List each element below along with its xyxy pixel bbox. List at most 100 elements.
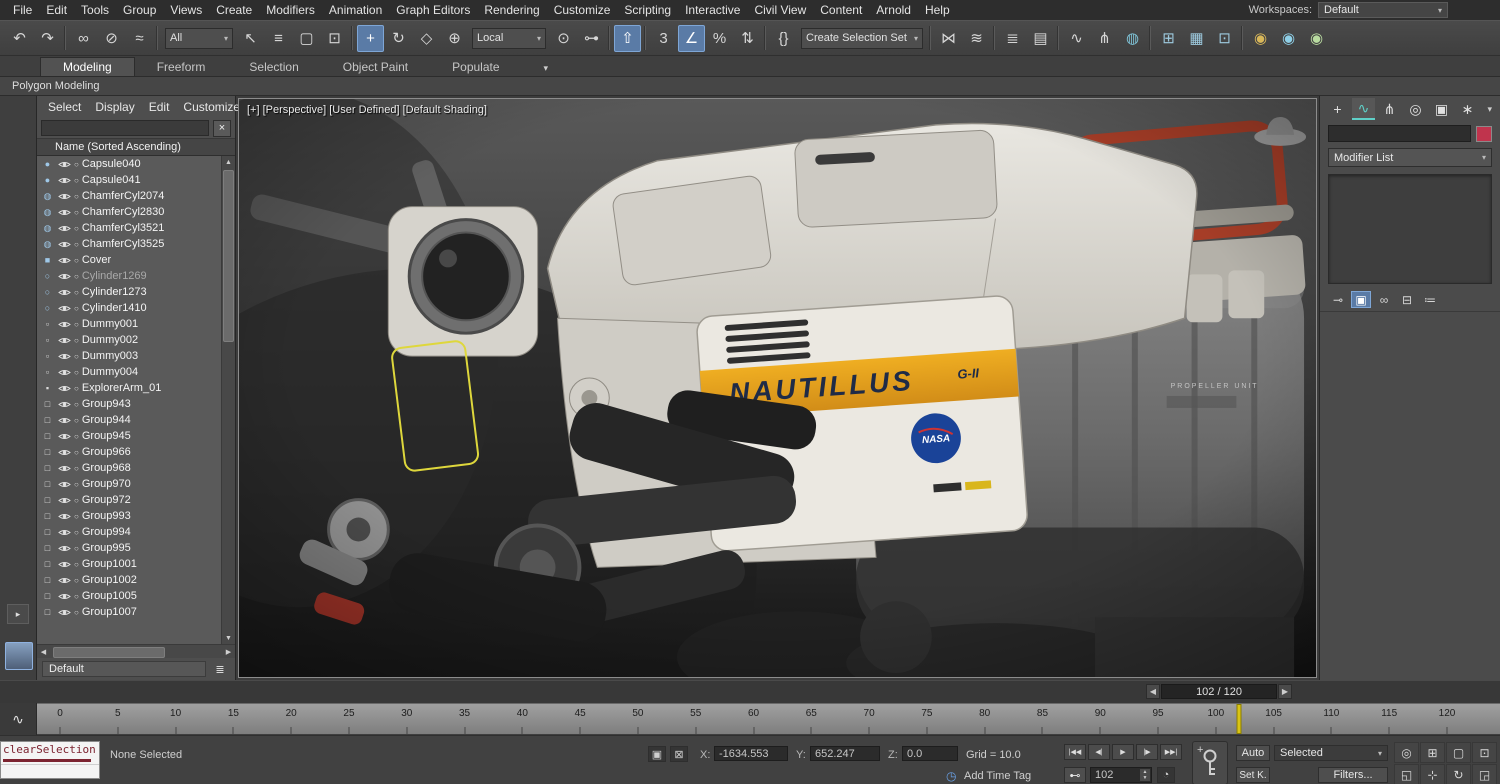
angle-snap-toggle[interactable]: ∠ xyxy=(678,25,705,52)
visibility-eye-icon[interactable] xyxy=(58,176,71,185)
object-row[interactable]: ▫○Dummy003 xyxy=(37,348,221,364)
visibility-eye-icon[interactable] xyxy=(58,496,71,505)
workspaces-dropdown[interactable]: Default ▾ xyxy=(1318,2,1448,18)
menu-item-help[interactable]: Help xyxy=(918,0,957,20)
visibility-eye-icon[interactable] xyxy=(58,592,71,601)
go-to-start-button[interactable]: |◀◀ xyxy=(1064,744,1086,760)
scrollbar-thumb[interactable] xyxy=(223,170,234,342)
viewport-label[interactable]: [+] [Perspective] [User Defined] [Defaul… xyxy=(247,104,487,116)
use-pivot-point-center-button[interactable]: ⊙ xyxy=(550,25,577,52)
object-row[interactable]: □○Group995 xyxy=(37,540,221,556)
zoom-all-button[interactable]: ⊞ xyxy=(1420,742,1445,763)
previous-frame-button[interactable]: ◀| xyxy=(1088,744,1110,760)
zoom-button[interactable]: ◎ xyxy=(1394,742,1419,763)
object-row[interactable]: ○○Cylinder1273 xyxy=(37,284,221,300)
ribbon-panel-header[interactable]: Polygon Modeling xyxy=(0,77,1500,96)
visibility-eye-icon[interactable] xyxy=(58,320,71,329)
scroll-left-icon[interactable]: ◀ xyxy=(37,646,50,658)
menu-item-create[interactable]: Create xyxy=(209,0,259,20)
object-row[interactable]: □○Group1002 xyxy=(37,572,221,588)
menu-item-modifiers[interactable]: Modifiers xyxy=(259,0,322,20)
select-and-scale-button[interactable]: ◇ xyxy=(413,25,440,52)
menu-item-file[interactable]: File xyxy=(6,0,39,20)
select-and-link-button[interactable]: ∞ xyxy=(70,25,97,52)
y-coordinate-field[interactable]: 652.247 xyxy=(810,746,880,761)
auto-key-button[interactable]: Auto xyxy=(1236,745,1270,761)
visibility-eye-icon[interactable] xyxy=(58,304,71,313)
explorer-menu-customize[interactable]: Customize xyxy=(176,100,247,114)
render-flyout-button[interactable]: ▦ xyxy=(1183,25,1210,52)
mini-curve-editor-button[interactable]: ∿ xyxy=(0,703,37,735)
ribbon-tab-modeling[interactable]: Modeling xyxy=(40,57,135,76)
object-color-swatch[interactable] xyxy=(1476,126,1492,142)
spinner-snap-toggle[interactable]: ⇅ xyxy=(734,25,761,52)
menu-item-views[interactable]: Views xyxy=(163,0,209,20)
select-and-move-button[interactable]: + xyxy=(357,25,384,52)
object-row[interactable]: □○Group994 xyxy=(37,524,221,540)
visibility-eye-icon[interactable] xyxy=(58,352,71,361)
visibility-eye-icon[interactable] xyxy=(58,432,71,441)
object-row[interactable]: □○Group972 xyxy=(37,492,221,508)
keying-set-dropdown[interactable]: Selected ▾ xyxy=(1274,745,1388,761)
object-row[interactable]: ◍○ChamferCyl2074 xyxy=(37,188,221,204)
menu-item-interactive[interactable]: Interactive xyxy=(678,0,747,20)
menu-item-graph-editors[interactable]: Graph Editors xyxy=(389,0,477,20)
play-button[interactable]: ▶ xyxy=(1112,744,1134,760)
search-input[interactable] xyxy=(41,120,209,136)
object-row[interactable]: □○Group1001 xyxy=(37,556,221,572)
schematic-view-button[interactable]: ⋔ xyxy=(1091,25,1118,52)
remove-modifier-button[interactable]: ⊟ xyxy=(1397,291,1417,308)
window-crossing-toggle[interactable]: ⊡ xyxy=(321,25,348,52)
visibility-eye-icon[interactable] xyxy=(58,256,71,265)
menu-item-animation[interactable]: Animation xyxy=(322,0,389,20)
orbit-button[interactable]: ↻ xyxy=(1446,764,1471,784)
select-object-button[interactable]: ↖ xyxy=(237,25,264,52)
x-coordinate-field[interactable]: -1634.553 xyxy=(714,746,788,761)
select-and-place-button[interactable]: ⊕ xyxy=(441,25,468,52)
menu-item-scripting[interactable]: Scripting xyxy=(617,0,678,20)
visibility-eye-icon[interactable] xyxy=(58,608,71,617)
scrollbar-thumb[interactable] xyxy=(53,647,165,658)
named-selection-sets-dropdown[interactable]: Create Selection Set▾ xyxy=(801,28,923,49)
set-key-button[interactable]: Set K. xyxy=(1236,767,1270,783)
select-and-rotate-button[interactable]: ↻ xyxy=(385,25,412,52)
time-ruler[interactable]: 0510152025303540455055606570758085909510… xyxy=(37,703,1500,735)
ribbon-tab-selection[interactable]: Selection xyxy=(227,58,320,76)
panel-overflow-icon[interactable]: ▾ xyxy=(1485,104,1494,115)
reference-coordinate-system-dropdown[interactable]: Local▾ xyxy=(472,28,546,49)
set-keys-button[interactable]: + xyxy=(1192,741,1228,784)
time-slider[interactable] xyxy=(1236,704,1241,734)
visibility-eye-icon[interactable] xyxy=(58,528,71,537)
render-setup-grid-button[interactable]: ⊞ xyxy=(1155,25,1182,52)
selection-lock-toggle[interactable]: ⊠ xyxy=(670,746,688,762)
key-filters-button[interactable]: Filters... xyxy=(1318,767,1388,783)
undo-button[interactable]: ↶ xyxy=(6,25,33,52)
add-time-tag[interactable]: Add Time Tag xyxy=(964,770,1031,782)
object-row[interactable]: □○Group944 xyxy=(37,412,221,428)
object-row[interactable]: □○Group943 xyxy=(37,396,221,412)
scroll-up-icon[interactable]: ▲ xyxy=(222,156,235,168)
object-row[interactable]: ▪○ExplorerArm_01 xyxy=(37,380,221,396)
layer-list-icon[interactable]: ≣ xyxy=(210,661,230,677)
visibility-eye-icon[interactable] xyxy=(58,336,71,345)
menu-item-customize[interactable]: Customize xyxy=(547,0,618,20)
object-row[interactable]: ▫○Dummy004 xyxy=(37,364,221,380)
mirror-button[interactable]: ⋈ xyxy=(935,25,962,52)
visibility-eye-icon[interactable] xyxy=(58,464,71,473)
key-mode-toggle[interactable]: ⊷ xyxy=(1064,767,1086,783)
object-row[interactable]: □○Group966 xyxy=(37,444,221,460)
percent-snap-toggle[interactable]: % xyxy=(706,25,733,52)
explorer-menu-edit[interactable]: Edit xyxy=(142,100,177,114)
next-frame-step-icon[interactable]: ▶ xyxy=(1278,684,1292,699)
align-button[interactable]: ≋ xyxy=(963,25,990,52)
object-row[interactable]: □○Group1007 xyxy=(37,604,221,620)
object-row[interactable]: ○○Cylinder1269 xyxy=(37,268,221,284)
select-by-name-button[interactable]: ≡ xyxy=(265,25,292,52)
object-row[interactable]: ◍○ChamferCyl3525 xyxy=(37,236,221,252)
ribbon-tab-object-paint[interactable]: Object Paint xyxy=(321,58,430,76)
vertical-scrollbar[interactable]: ▲ ▼ xyxy=(221,156,235,644)
select-and-manipulate-button[interactable]: ⊶ xyxy=(578,25,605,52)
visibility-eye-icon[interactable] xyxy=(58,224,71,233)
ribbon-tab-populate[interactable]: Populate xyxy=(430,58,521,76)
visibility-eye-icon[interactable] xyxy=(58,192,71,201)
